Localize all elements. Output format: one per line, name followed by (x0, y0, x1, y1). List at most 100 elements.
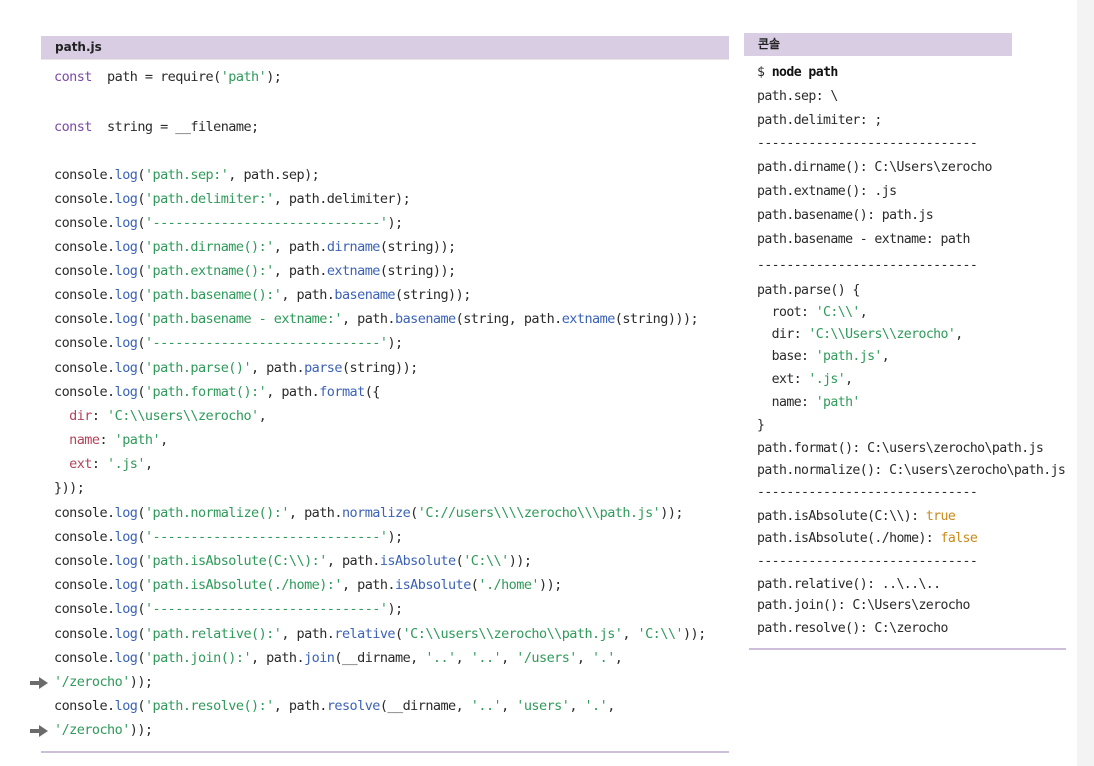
code-token: 'path.normalize():' (144, 505, 290, 521)
code-line: console.log('path.isAbsolute(./home):', … (54, 577, 562, 593)
code-line: name: 'path', (54, 432, 168, 448)
code-token: dirname (326, 239, 381, 255)
code-token: 'path.isAbsolute(C:\\):' (144, 553, 327, 569)
code-token: (string))); (614, 311, 699, 327)
code-token: ( (410, 505, 418, 521)
console-token: , (881, 349, 890, 364)
code-token: console. (54, 311, 115, 327)
code-line: console.log('path.basename - extname:', … (54, 311, 699, 327)
code-token: console. (54, 650, 115, 666)
console-token: dir: (757, 327, 809, 342)
code-token: console. (54, 167, 115, 183)
code-token: 'path' (114, 432, 161, 448)
code-token: '------------------------------' (144, 529, 388, 545)
code-token: join (304, 650, 335, 666)
console-token: , (955, 327, 963, 342)
console-token: path.sep: \ (757, 89, 838, 104)
code-token: , (144, 456, 153, 472)
code-token: console. (54, 360, 115, 376)
code-token: isAbsolute (395, 577, 471, 593)
code-token: 'path.basename():' (144, 287, 282, 303)
code-token: format (319, 384, 365, 400)
console-line: path.relative(): ..\..\.. (757, 577, 941, 592)
console-token: node path (771, 65, 839, 80)
code-line: console.log('---------------------------… (54, 601, 403, 617)
code-line: '/zerocho')); (54, 674, 153, 690)
code-token: '------------------------------' (144, 601, 388, 617)
code-token: ( (137, 360, 145, 376)
code-token: console. (54, 529, 115, 545)
code-line: console.log('path.join():', path.join(__… (54, 650, 623, 666)
code-token: ( (137, 263, 145, 279)
console-line: path.delimiter: ; (757, 113, 882, 128)
console-line: root: 'C:\\', (757, 305, 868, 320)
code-token: relative (334, 626, 396, 642)
code-token: ext (69, 456, 92, 472)
code-token: (string, path. (455, 311, 563, 327)
code-token: '/zerocho' (54, 674, 130, 690)
code-line: console.log('path.sep:', path.sep); (54, 167, 320, 183)
code-token: '/users' (516, 650, 577, 666)
code-line: const path = require('path'); (54, 69, 282, 85)
line-wrap-arrow-icon (30, 677, 48, 689)
code-token: , (569, 698, 585, 714)
console-token: path.isAbsolute(C:\\): (757, 509, 926, 524)
console-line: path.sep: \ (757, 89, 838, 104)
console-token: path.basename(): path.js (757, 208, 934, 223)
console-token: 'path' (815, 395, 861, 410)
line-wrap-arrow-icon (30, 725, 48, 737)
code-line: console.log('path.isAbsolute(C:\\):', pa… (54, 553, 532, 569)
code-token: './home' (478, 577, 539, 593)
code-token: basename (395, 311, 456, 327)
code-token: log (114, 505, 138, 521)
code-token: ( (137, 650, 145, 666)
code-token: 'C:\\' (463, 553, 509, 569)
code-token: normalize (341, 505, 411, 521)
code-token: path = require( (91, 69, 221, 85)
console-token: path.delimiter: ; (757, 113, 882, 128)
code-token: })); (54, 480, 85, 496)
code-token: log (114, 529, 138, 545)
code-token: '/zerocho' (54, 722, 130, 738)
console-line: ------------------------------ (757, 554, 978, 569)
console-token: ext: (757, 372, 809, 387)
code-line: console.log('path.basename():', path.bas… (54, 287, 471, 303)
code-token: ({ (364, 384, 381, 400)
code-token: console. (54, 601, 115, 617)
console-line: path.isAbsolute(C:\\): true (757, 509, 956, 524)
console-line: name: 'path' (757, 395, 861, 410)
code-line: console.log('---------------------------… (54, 215, 403, 231)
code-token: , path. (281, 626, 335, 642)
console-line: ------------------------------ (757, 485, 978, 500)
code-token: , path. (341, 577, 396, 593)
console-token: ------------------------------ (757, 136, 978, 151)
code-line: console.log('---------------------------… (54, 529, 403, 545)
code-token: ); (387, 601, 403, 617)
code-token: 'C:\\users\\zerocho' (107, 408, 259, 424)
code-panel-title: path.js (41, 36, 729, 59)
console-line: path.isAbsolute(./home): false (757, 531, 978, 546)
code-token: '.' (592, 650, 615, 666)
code-token: ( (137, 505, 145, 521)
console-token: 'C:\\' (815, 305, 861, 320)
code-token: log (114, 335, 138, 351)
console-line: ------------------------------ (757, 136, 978, 151)
code-token: 'path.resolve():' (144, 698, 274, 714)
console-panel-title: 콘솔 (744, 33, 1012, 56)
console-line: path.basename - extname: path (757, 232, 970, 247)
code-token: isAbsolute (379, 553, 456, 569)
console-line: path.parse() { (757, 283, 860, 298)
code-token: , path. (341, 311, 396, 327)
code-token: name (69, 432, 100, 448)
code-token: log (114, 191, 138, 207)
code-token: )); (539, 577, 562, 593)
code-token: 'path.format():' (144, 384, 267, 400)
console-line: path.resolve(): C:\zerocho (757, 621, 948, 636)
code-token: '------------------------------' (144, 335, 388, 351)
code-token: console. (54, 335, 115, 351)
console-token: , (859, 305, 868, 320)
code-line: ext: '.js', (54, 456, 153, 472)
code-token: console. (54, 577, 115, 593)
code-token: 'path.join():' (144, 650, 252, 666)
